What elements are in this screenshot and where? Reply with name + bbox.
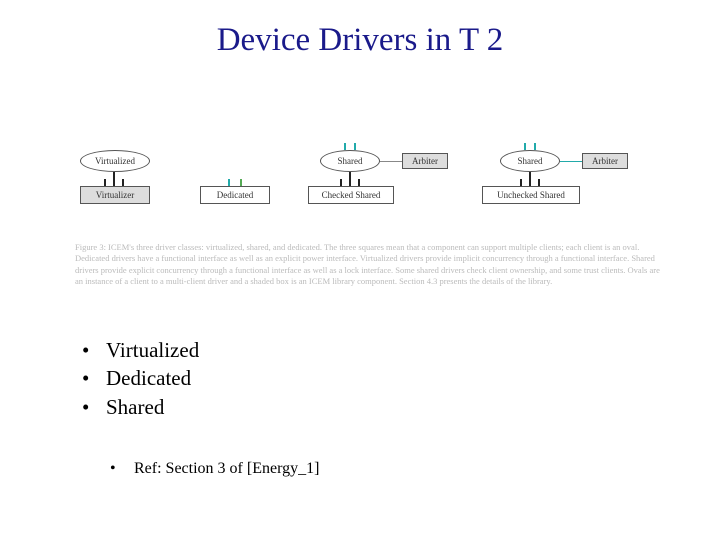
sub-bullet-label: Ref: Section 3 of [Energy_1]: [134, 460, 319, 477]
box-arbiter-2-label: Arbiter: [592, 156, 618, 166]
box-dedicated: Dedicated: [200, 186, 270, 204]
bullet-dot-icon: •: [82, 336, 106, 364]
oval-virtualized: Virtualized: [80, 150, 150, 172]
figure-diagram: Virtualized Virtualizer Dedicated Shared…: [70, 150, 670, 240]
oval-shared-1: Shared: [320, 150, 380, 172]
oval-shared-2-label: Shared: [518, 156, 543, 166]
oval-shared-2: Shared: [500, 150, 560, 172]
box-virtualizer-label: Virtualizer: [96, 190, 134, 200]
box-checked-shared-label: Checked Shared: [322, 190, 381, 200]
box-virtualizer: Virtualizer: [80, 186, 150, 204]
box-arbiter-1: Arbiter: [402, 153, 448, 169]
box-unchecked-shared: Unchecked Shared: [482, 186, 580, 204]
slide-title: Device Drivers in T 2: [0, 22, 720, 59]
bullet-label: Virtualized: [106, 336, 199, 364]
box-arbiter-2: Arbiter: [582, 153, 628, 169]
box-dedicated-label: Dedicated: [217, 190, 253, 200]
box-unchecked-shared-label: Unchecked Shared: [497, 190, 565, 200]
bullet-item-shared: • Shared: [82, 393, 199, 421]
bullet-dot-icon: •: [82, 364, 106, 392]
bullet-item-dedicated: • Dedicated: [82, 364, 199, 392]
sub-bullet-ref: • Ref: Section 3 of [Energy_1]: [110, 460, 319, 478]
bullet-label: Dedicated: [106, 364, 191, 392]
oval-virtualized-label: Virtualized: [95, 156, 135, 166]
box-checked-shared: Checked Shared: [308, 186, 394, 204]
bullet-list: • Virtualized • Dedicated • Shared: [82, 336, 199, 421]
bullet-dot-icon: •: [110, 460, 130, 478]
bullet-label: Shared: [106, 393, 164, 421]
figure-caption: Figure 3: ICEM's three driver classes: v…: [75, 242, 665, 288]
bullet-dot-icon: •: [82, 393, 106, 421]
bullet-item-virtualized: • Virtualized: [82, 336, 199, 364]
oval-shared-1-label: Shared: [338, 156, 363, 166]
box-arbiter-1-label: Arbiter: [412, 156, 438, 166]
